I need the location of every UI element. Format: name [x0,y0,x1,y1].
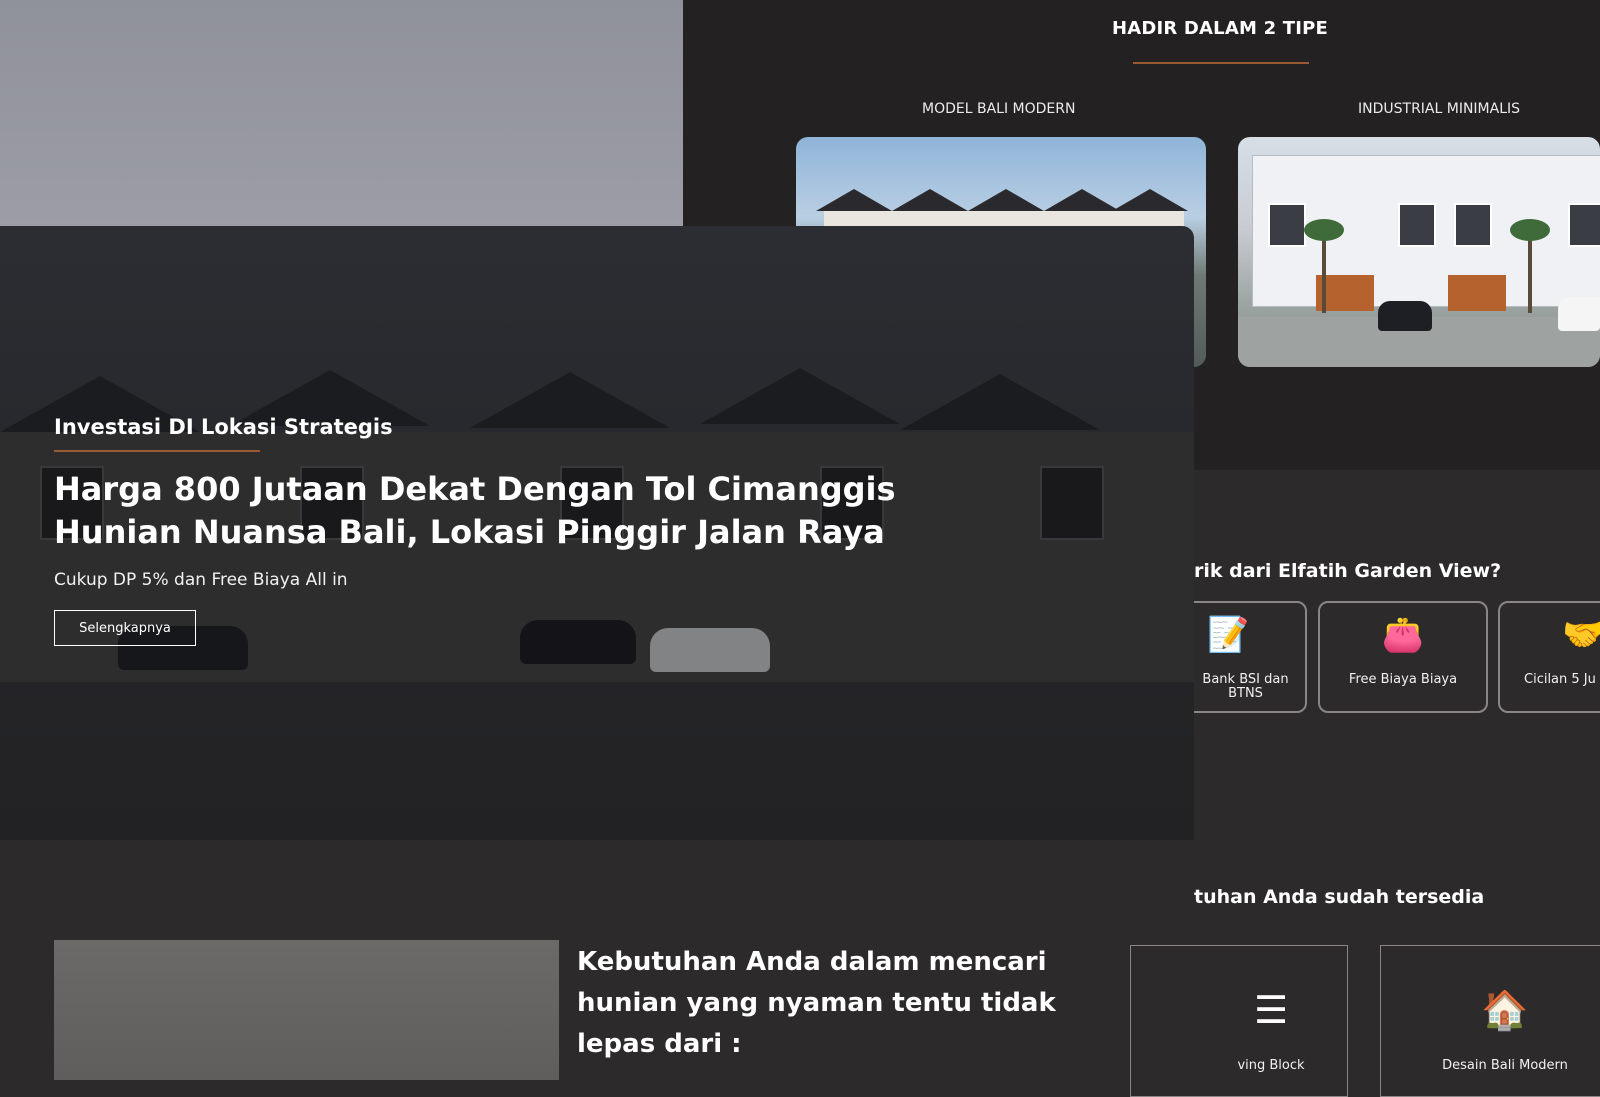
feature-label: Free Biaya Biaya [1348,672,1458,687]
selengkapnya-button[interactable]: Selengkapnya [54,610,196,646]
feature-card-free-biaya[interactable]: 👛 Free Biaya Biaya [1318,601,1488,713]
need-label: Desain Bali Modern [1442,1058,1568,1073]
intro-line-1: Kebutuhan Anda dalam mencari [577,947,1047,977]
feature-card-cicilan[interactable]: 🤝 Cicilan 5 Ju [1498,601,1600,713]
hero-eyebrow: Investasi DI Lokasi Strategis [54,415,393,439]
hero-title: Harga 800 Jutaan Dekat Dengan Tol Cimang… [54,468,954,554]
need-card-paving-block: ☰ ving Block [1130,945,1348,1097]
why-title: rik dari Elfatih Garden View? [1194,560,1502,582]
needs-title: tuhan Anda sudah tersedia [1194,886,1485,908]
intro-image [54,940,559,1080]
industrial-minimalis-image[interactable] [1238,137,1600,367]
hero-eyebrow-underline [54,450,260,452]
feature-label: Cicilan 5 Ju [1524,672,1596,687]
hero-title-line-1: Harga 800 Jutaan Dekat Dengan Tol Cimang… [54,470,896,508]
wallet-money-icon: 👛 [1381,615,1425,655]
intro-line-2: hunian yang nyaman tentu tidak [577,988,1056,1018]
handshake-money-icon: 🤝 [1562,615,1600,655]
type-label-bali: MODEL BALI MODERN [922,101,1076,117]
types-title: HADIR DALAM 2 TIPE [1111,18,1329,39]
type-label-industrial: INDUSTRIAL MINIMALIS [1358,101,1521,117]
title-underline [1133,62,1309,64]
intro-line-3: lepas dari : [577,1029,742,1059]
hero-subtitle: Cukup DP 5% dan Free Biaya All in [54,570,348,590]
need-card-desain-bali: 🏠 Desain Bali Modern [1380,945,1600,1097]
intro-heading: Kebutuhan Anda dalam mencari hunian yang… [577,942,1077,1065]
house-icon: 🏠 [1481,988,1529,1032]
need-label: ving Block [1237,1058,1305,1073]
hero-title-line-2: Hunian Nuansa Bali, Lokasi Pinggir Jalan… [54,513,885,551]
background-sky-image [0,0,683,226]
layers-icon: ☰ [1253,988,1289,1032]
